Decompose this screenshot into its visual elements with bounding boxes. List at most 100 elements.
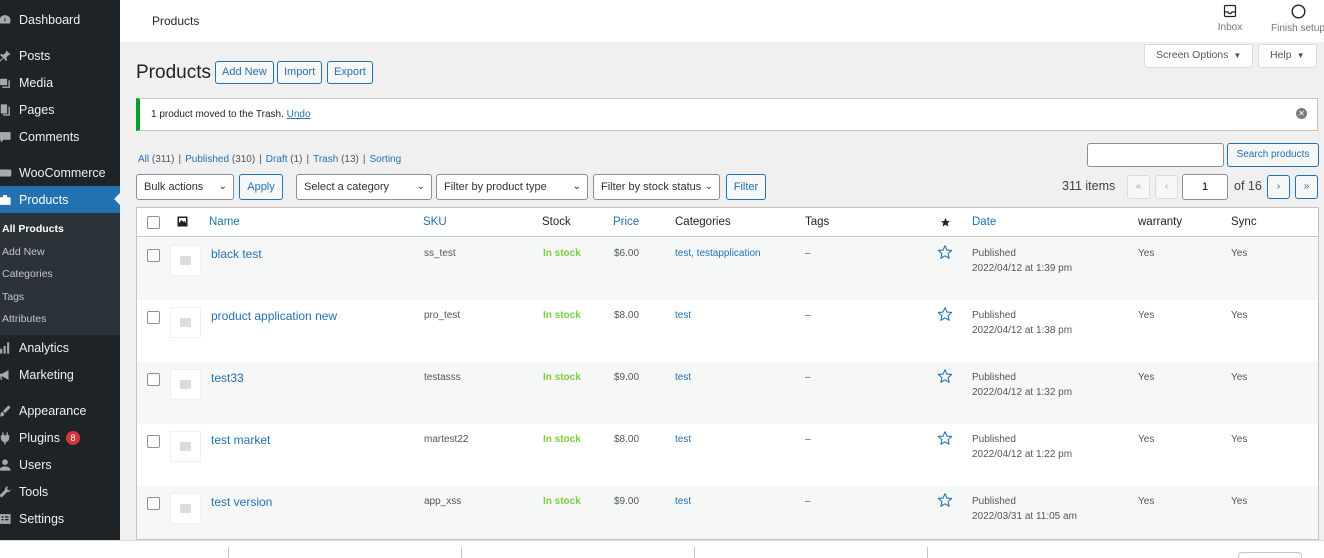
column-price[interactable]: Price — [613, 216, 639, 228]
image-icon — [177, 216, 188, 227]
bulk-actions-select[interactable]: Bulk actions ⌄ — [136, 174, 234, 200]
view-all[interactable]: All (311) — [138, 154, 175, 165]
current-page-input[interactable] — [1182, 174, 1228, 200]
menu-media[interactable]: Media — [0, 69, 120, 96]
megaphone-icon — [0, 370, 9, 380]
product-thumbnail[interactable] — [170, 307, 201, 338]
product-categories[interactable]: test — [675, 434, 691, 445]
row-checkbox[interactable] — [147, 373, 160, 386]
menu-plugins[interactable]: Plugins 8 — [0, 425, 120, 452]
page-title: Products — [136, 62, 211, 83]
next-page-button[interactable]: › — [1267, 175, 1290, 199]
product-thumbnail[interactable] — [170, 431, 201, 462]
stock-status: In stock — [543, 434, 581, 445]
menu-appearance[interactable]: Appearance — [0, 398, 120, 425]
submenu-all-products[interactable]: All Products — [0, 218, 120, 241]
dismiss-notice-icon[interactable]: ✕ — [1296, 108, 1307, 119]
menu-tools[interactable]: Tools — [0, 479, 120, 506]
menu-label: Tools — [19, 485, 49, 499]
view-draft[interactable]: Draft (1) — [266, 154, 303, 165]
column-date[interactable]: Date — [972, 216, 996, 228]
product-thumbnail[interactable] — [170, 245, 201, 276]
items-count: 311 items — [1062, 179, 1116, 193]
menu-dashboard[interactable]: Dashboard — [0, 6, 120, 33]
export-button[interactable]: Export — [327, 61, 373, 84]
inbox-button[interactable]: Inbox — [1200, 4, 1260, 33]
product-name-link[interactable]: black test — [211, 247, 262, 261]
row-checkbox[interactable] — [147, 435, 160, 448]
product-categories[interactable]: test — [675, 310, 691, 321]
product-price: $9.00 — [614, 496, 640, 507]
product-categories[interactable]: test — [675, 496, 691, 507]
product-name-link[interactable]: test33 — [211, 371, 244, 385]
product-thumbnail[interactable] — [170, 369, 201, 400]
product-warranty: Yes — [1138, 310, 1155, 321]
help-button[interactable]: Help ▼ — [1258, 44, 1317, 68]
product-thumbnail[interactable] — [170, 493, 201, 524]
menu-posts[interactable]: Posts — [0, 42, 120, 69]
product-name-link[interactable]: product application new — [211, 309, 337, 323]
menu-pages[interactable]: Pages — [0, 96, 120, 123]
featured-star-icon[interactable] — [937, 244, 953, 260]
publish-date: 2022/04/12 at 1:38 pm — [972, 325, 1073, 336]
featured-star-icon[interactable] — [937, 492, 953, 508]
search-input[interactable] — [1087, 143, 1224, 167]
submenu-attributes[interactable]: Attributes — [0, 308, 120, 331]
submenu-categories[interactable]: Categories — [0, 263, 120, 286]
submenu-add-new[interactable]: Add New — [0, 241, 120, 264]
publish-status: Published — [972, 248, 1016, 259]
category-select[interactable]: Select a category ⌄ — [296, 174, 432, 200]
prev-page-button: ‹ — [1155, 175, 1178, 199]
product-tags: – — [805, 310, 811, 321]
product-name-link[interactable]: test version — [211, 495, 272, 509]
screen-options-button[interactable]: Screen Options ▼ — [1144, 44, 1254, 68]
submenu-tags[interactable]: Tags — [0, 286, 120, 309]
menu-label: Products — [19, 192, 69, 207]
product-name-link[interactable]: test market — [211, 433, 270, 447]
featured-star-icon[interactable] — [937, 368, 953, 384]
stock-status: In stock — [543, 372, 581, 383]
add-new-button[interactable]: Add New — [215, 61, 274, 84]
menu-users[interactable]: Users — [0, 452, 120, 479]
menu-analytics[interactable]: Analytics — [0, 335, 120, 362]
menu-settings[interactable]: Settings — [0, 506, 120, 533]
featured-star-icon[interactable] — [937, 430, 953, 446]
search-products-button[interactable]: Search products — [1227, 143, 1319, 167]
product-type-select[interactable]: Filter by product type ⌄ — [436, 174, 588, 200]
view-label: Sorting — [369, 154, 402, 165]
apply-button[interactable]: Apply — [239, 174, 283, 200]
stock-status: In stock — [543, 248, 581, 259]
row-checkbox[interactable] — [147, 249, 160, 262]
import-button[interactable]: Import — [277, 61, 323, 84]
view-count: (310) — [231, 154, 256, 165]
publish-status: Published — [972, 496, 1016, 507]
view-trash[interactable]: Trash (13) — [313, 154, 359, 165]
select-all-checkbox[interactable] — [147, 216, 160, 229]
menu-woocommerce[interactable]: WooCommerce — [0, 159, 120, 186]
undo-link[interactable]: Undo — [287, 109, 311, 120]
row-checkbox[interactable] — [147, 311, 160, 324]
menu-marketing[interactable]: Marketing — [0, 362, 120, 389]
product-price: $6.00 — [614, 248, 640, 259]
finish-setup-button[interactable]: Finish setup — [1268, 4, 1324, 34]
view-sorting[interactable]: Sorting — [369, 154, 401, 165]
view-published[interactable]: Published (310) — [185, 154, 255, 165]
menu-products[interactable]: Products — [0, 186, 120, 213]
divider — [694, 547, 695, 558]
panel-tab[interactable] — [1238, 552, 1302, 558]
product-categories[interactable]: test — [675, 372, 691, 383]
stock-status: In stock — [543, 310, 581, 321]
users-icon — [0, 459, 11, 471]
column-name[interactable]: Name — [209, 216, 240, 228]
last-page-button[interactable]: » — [1295, 175, 1318, 199]
first-page-button: « — [1127, 175, 1150, 199]
view-count: (1) — [290, 154, 303, 165]
featured-star-icon[interactable] — [937, 306, 953, 322]
column-sku[interactable]: SKU — [423, 216, 447, 228]
pages-icon — [0, 103, 10, 116]
stock-status-select[interactable]: Filter by stock status ⌄ — [593, 174, 720, 200]
row-checkbox[interactable] — [147, 497, 160, 510]
product-categories[interactable]: test, testapplication — [675, 248, 761, 259]
menu-comments[interactable]: Comments — [0, 123, 120, 150]
filter-button[interactable]: Filter — [726, 174, 766, 200]
